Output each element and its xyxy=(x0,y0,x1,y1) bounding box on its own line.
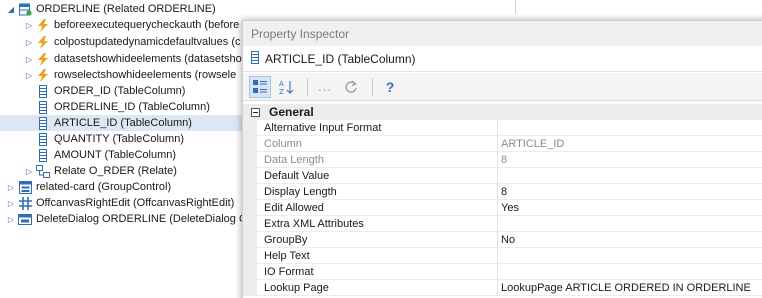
expand-icon[interactable]: ▷ xyxy=(6,179,16,195)
selected-object-header: ARTICLE_ID (TableColumn) xyxy=(243,46,762,72)
tree-item-label: related-card (GroupControl) xyxy=(36,181,172,193)
refresh-button[interactable] xyxy=(340,76,362,98)
property-name: IO Format xyxy=(257,264,498,279)
property-value: 8 xyxy=(501,154,508,166)
property-value[interactable] xyxy=(498,248,762,263)
toolbar-separator xyxy=(307,77,308,96)
expand-icon[interactable]: ▷ xyxy=(6,195,16,211)
property-row-groupby[interactable]: GroupBy No xyxy=(243,232,762,248)
database-table-icon xyxy=(18,2,32,16)
tree-item-label: Relate O_RDER (Relate) xyxy=(54,165,177,177)
tree-item-label: AMOUNT (TableColumn) xyxy=(54,149,177,161)
property-row-extra-xml-attributes[interactable]: Extra XML Attributes xyxy=(243,216,762,232)
relate-icon xyxy=(36,164,50,178)
svg-text:Z: Z xyxy=(279,88,284,95)
tree-item-label: datasetshowhideelements (datasetsho xyxy=(54,53,242,65)
property-grid: General Alternative Input Format Column … xyxy=(243,104,762,296)
lightning-icon xyxy=(36,68,50,82)
column-icon xyxy=(36,148,50,162)
tree-item-label: colpostupdatedynamicdefaultvalues (c xyxy=(54,36,241,48)
property-row-default-value[interactable]: Default Value xyxy=(243,168,762,184)
property-name: Default Value xyxy=(257,168,498,183)
property-row-edit-allowed[interactable]: Edit Allowed Yes xyxy=(243,200,762,216)
help-button[interactable]: ? xyxy=(379,76,401,98)
tree-item-label: ORDERLINE (Related ORDERLINE) xyxy=(36,3,216,15)
column-icon xyxy=(36,132,50,146)
property-value[interactable] xyxy=(498,168,762,183)
property-row-data-length[interactable]: Data Length 8 xyxy=(243,152,762,168)
property-value[interactable]: No xyxy=(498,232,762,247)
property-name: GroupBy xyxy=(257,232,498,247)
column-icon xyxy=(36,116,50,130)
expand-icon[interactable]: ▷ xyxy=(24,34,34,50)
dialog-icon xyxy=(18,212,32,226)
property-inspector-titlebar[interactable]: Property Inspector xyxy=(243,21,762,46)
tree-item-label: rowselectshowhideelements (rowsele xyxy=(54,69,237,81)
expand-icon[interactable]: ▷ xyxy=(24,17,34,33)
refresh-icon xyxy=(345,80,357,93)
expand-icon[interactable]: ▷ xyxy=(24,51,34,67)
collapse-icon[interactable]: ◢ xyxy=(6,1,16,17)
svg-text:A: A xyxy=(279,80,284,88)
property-name: Data Length xyxy=(257,152,498,167)
more-options-button[interactable]: ... xyxy=(314,76,336,98)
property-value: ARTICLE_ID xyxy=(501,138,565,150)
selected-object-name: ARTICLE_ID (TableColumn) xyxy=(265,51,416,66)
property-value[interactable]: LookupPage ARTICLE ORDERED IN ORDERLINE xyxy=(498,280,762,295)
more-icon: ... xyxy=(318,79,332,94)
property-name: Column xyxy=(257,136,498,151)
column-icon xyxy=(251,50,259,67)
categorized-icon xyxy=(253,79,267,93)
property-name: Extra XML Attributes xyxy=(257,216,498,231)
lightning-icon xyxy=(36,35,50,49)
property-name: Lookup Page xyxy=(257,280,498,295)
ide-window: ◢ ORDERLINE (Related ORDERLINE) ▷ before… xyxy=(0,0,762,298)
inspector-toolbar: AZ ... ? xyxy=(243,73,762,101)
lightning-icon xyxy=(36,52,50,66)
property-value[interactable] xyxy=(498,120,762,135)
category-general[interactable]: General xyxy=(243,104,762,120)
property-name: Display Length xyxy=(257,184,498,199)
tree-item-label: DeleteDialog ORDERLINE (DeleteDialog ORD xyxy=(36,213,264,225)
category-label: General xyxy=(269,105,314,119)
help-icon: ? xyxy=(385,78,395,95)
lightning-icon xyxy=(36,18,50,32)
tree-item-label: QUANTITY (TableColumn) xyxy=(54,133,184,145)
property-row-display-length[interactable]: Display Length 8 xyxy=(243,184,762,200)
property-value[interactable]: 8 xyxy=(498,184,762,199)
toolbar-separator xyxy=(372,77,373,96)
property-name: Edit Allowed xyxy=(257,200,498,215)
column-icon xyxy=(36,100,50,114)
tree-item-label: OffcanvasRightEdit (OffcanvasRightEdit) xyxy=(36,197,235,209)
sort-az-icon: AZ xyxy=(279,80,294,95)
categorized-view-button[interactable] xyxy=(249,75,271,98)
property-inspector-title: Property Inspector xyxy=(251,26,350,41)
tree-item-label: ARTICLE_ID (TableColumn) xyxy=(54,117,192,129)
property-row-help-text[interactable]: Help Text xyxy=(243,248,762,264)
property-row-io-format[interactable]: IO Format xyxy=(243,264,762,280)
property-inspector-panel: Property Inspector ARTICLE_ID (TableColu… xyxy=(242,20,762,298)
expand-icon[interactable]: ▷ xyxy=(24,163,34,179)
expand-icon[interactable]: ▷ xyxy=(6,211,16,227)
property-name: Help Text xyxy=(257,248,498,263)
tree-root-orderline[interactable]: ◢ ORDERLINE (Related ORDERLINE) xyxy=(0,1,520,17)
property-value[interactable]: Yes xyxy=(498,200,762,215)
property-row-column[interactable]: Column ARTICLE_ID xyxy=(243,136,762,152)
group-control-icon xyxy=(18,180,32,194)
property-row-lookup-page[interactable]: Lookup Page LookupPage ARTICLE ORDERED I… xyxy=(243,280,762,296)
tree-item-label: beforeexecutequerycheckauth (before xyxy=(54,19,240,31)
offcanvas-icon xyxy=(18,196,32,210)
property-name: Alternative Input Format xyxy=(257,120,498,135)
property-value[interactable] xyxy=(498,216,762,231)
property-value[interactable] xyxy=(498,264,762,279)
expand-icon[interactable]: ▷ xyxy=(24,67,34,83)
column-icon xyxy=(36,84,50,98)
sort-az-button[interactable]: AZ xyxy=(275,76,297,98)
collapse-minus-icon[interactable] xyxy=(249,104,261,120)
tree-item-label: ORDER_ID (TableColumn) xyxy=(54,85,186,97)
property-row-alternative-input-format[interactable]: Alternative Input Format xyxy=(243,120,762,136)
tree-item-label: ORDERLINE_ID (TableColumn) xyxy=(54,101,210,113)
